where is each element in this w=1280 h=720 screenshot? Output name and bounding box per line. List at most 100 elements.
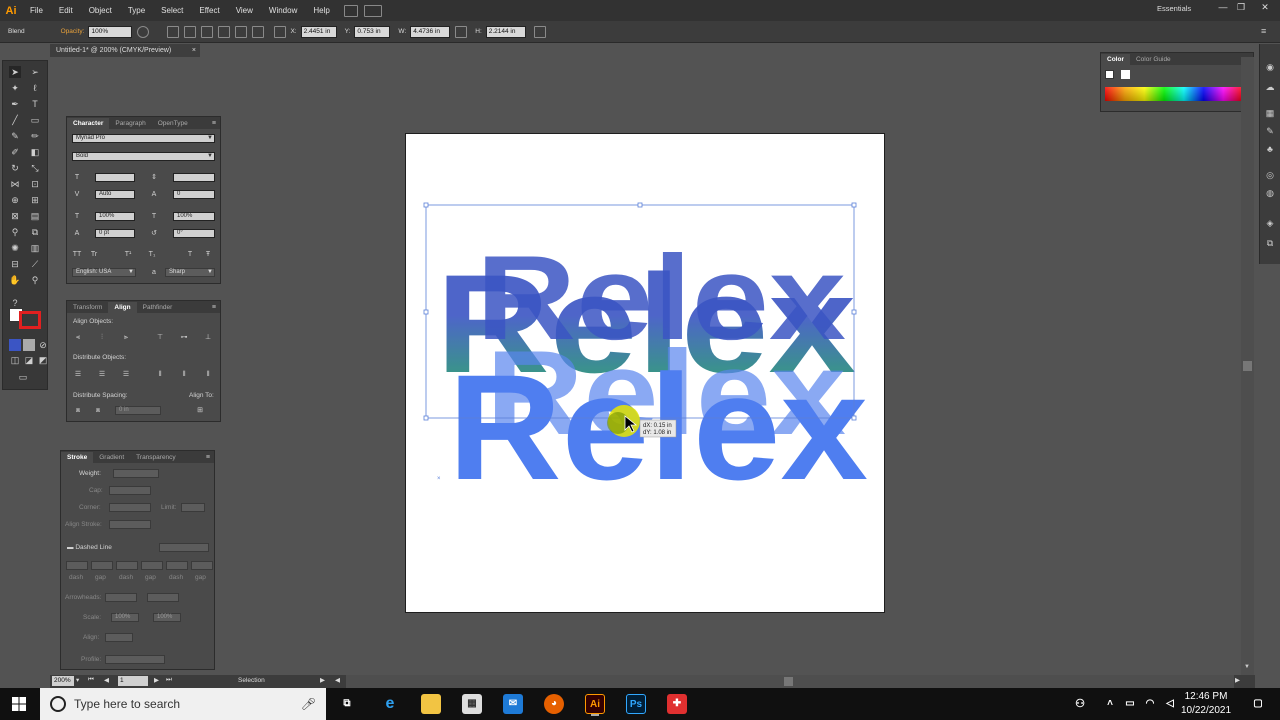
panel-menu-icon[interactable]: ≡ — [202, 452, 214, 463]
distribute-right-icon[interactable]: ⦀ — [203, 370, 213, 379]
vertical-scroll-thumb[interactable] — [1243, 361, 1252, 371]
tab-character[interactable]: Character — [67, 118, 110, 129]
symbols-icon[interactable]: ♣ — [1264, 144, 1276, 154]
menu-select[interactable]: Select — [153, 0, 191, 21]
corner-buttons[interactable] — [109, 503, 151, 512]
distribute-vcenter-icon[interactable]: ☰ — [97, 370, 107, 379]
tab-align[interactable]: Align — [108, 302, 137, 313]
direct-selection-tool-icon[interactable]: ➢ — [29, 66, 41, 78]
align-top-icon[interactable] — [218, 25, 231, 38]
utility-app-icon[interactable]: ✚ — [667, 694, 687, 714]
menu-help[interactable]: Help — [305, 0, 337, 21]
gradient-mode-icon[interactable] — [23, 339, 35, 351]
panel-menu-icon[interactable]: ≡ — [208, 302, 220, 313]
tab-transform[interactable]: Transform — [67, 302, 108, 313]
zoom-dropdown-icon[interactable]: ▾ — [76, 676, 79, 684]
limit-field[interactable] — [181, 503, 205, 512]
small-caps-button[interactable]: Tr — [89, 250, 99, 259]
image-trace-icon[interactable]: ◍ — [1264, 188, 1276, 198]
dashed-line-checkbox[interactable]: ▬ Dashed Line — [67, 544, 112, 551]
w-field[interactable]: 4.4736 in — [410, 25, 451, 38]
scroll-right-icon[interactable]: ▶ — [1235, 676, 1240, 684]
close-document-icon[interactable]: × — [192, 44, 196, 57]
volume-icon[interactable]: ◁ — [1160, 694, 1180, 714]
align-left-icon[interactable] — [167, 25, 180, 38]
x-field[interactable]: 2.4451 in — [300, 25, 337, 38]
distribute-bottom-icon[interactable]: ☰ — [121, 370, 131, 379]
prev-artboard-icon[interactable]: ◀ — [104, 676, 109, 684]
align-center-icon[interactable] — [184, 25, 197, 38]
tab-paragraph[interactable]: Paragraph — [109, 118, 151, 129]
tab-pathfinder[interactable]: Pathfinder — [137, 302, 179, 313]
distribute-top-icon[interactable]: ☰ — [73, 370, 83, 379]
battery-icon[interactable]: ▭ — [1120, 694, 1140, 714]
gap-field-3[interactable] — [191, 561, 213, 570]
menu-view[interactable]: View — [228, 0, 261, 21]
align-stroke-buttons[interactable] — [109, 520, 151, 529]
menu-type[interactable]: Type — [120, 0, 153, 21]
show-hidden-icons-icon[interactable]: ˄ — [1100, 694, 1120, 714]
draw-behind-icon[interactable]: ◪ — [23, 354, 35, 366]
paintbrush-tool-icon[interactable]: ✎ — [9, 130, 21, 142]
draw-inside-icon[interactable]: ◩ — [37, 354, 49, 366]
zoom-tool-icon[interactable]: ⚲ — [29, 274, 41, 286]
font-style-select[interactable]: Bold ▼ — [72, 152, 215, 161]
type-tool-icon[interactable]: T — [29, 98, 41, 110]
windows-start-icon[interactable] — [12, 697, 26, 711]
draw-normal-icon[interactable]: ◫ — [9, 354, 21, 366]
tab-transparency[interactable]: Transparency — [130, 452, 182, 463]
tab-color[interactable]: Color — [1101, 54, 1130, 65]
task-view-icon[interactable]: ⧉ — [337, 694, 357, 714]
horizontal-align-center-icon[interactable]: ⫶ — [97, 333, 107, 342]
eraser-tool-icon[interactable]: ◧ — [29, 146, 41, 158]
color-mode-icon[interactable] — [9, 339, 21, 351]
tab-opentype[interactable]: OpenType — [152, 118, 194, 129]
language-select[interactable]: English: USA ▼ — [72, 268, 136, 277]
layers-icon[interactable]: ◈ — [1264, 218, 1276, 228]
arrange-documents-icon[interactable] — [363, 4, 382, 17]
underline-button[interactable]: T — [185, 250, 195, 259]
firefox-icon[interactable]: ◕ — [544, 694, 564, 714]
free-transform-tool-icon[interactable]: ⊡ — [29, 178, 41, 190]
align-middle-icon[interactable] — [235, 25, 248, 38]
dash-field-2[interactable] — [116, 561, 138, 570]
resize-handle-bl[interactable] — [423, 415, 429, 421]
resize-handle-t[interactable] — [637, 202, 643, 208]
illustrator-taskbar-icon[interactable]: Ai — [585, 694, 605, 714]
shape-builder-tool-icon[interactable]: ⊕ — [9, 194, 21, 206]
leading-field[interactable] — [173, 173, 215, 182]
resize-handle-tr[interactable] — [851, 202, 857, 208]
artboard[interactable]: Relex Relex Relex Relex dX: 0.15 in dY: … — [405, 133, 885, 613]
y-field[interactable]: 0.753 in — [354, 25, 391, 38]
dash-alignment-buttons[interactable] — [159, 543, 209, 552]
artboard-tool-icon[interactable]: ⊟ — [9, 258, 21, 270]
spacing-field[interactable]: 0 in — [115, 406, 161, 415]
color-fill-swatch[interactable] — [1121, 70, 1130, 79]
next-artboard-icon[interactable]: ▶ — [154, 676, 159, 684]
vertical-scrollbar[interactable]: ▼ — [1241, 57, 1254, 675]
constrain-proportions-icon[interactable] — [455, 25, 468, 38]
lasso-tool-icon[interactable]: ℓ — [29, 82, 41, 94]
artboard-number-field[interactable]: 1 — [118, 676, 148, 686]
vertical-scale-field[interactable]: 100% — [95, 212, 135, 221]
horizontal-scale-field[interactable]: 100% — [173, 212, 215, 221]
resize-handle-br[interactable] — [851, 415, 857, 421]
align-to-selection-icon[interactable]: ⊞ — [195, 406, 205, 415]
kerning-field[interactable]: Auto — [95, 190, 135, 199]
eyedropper-tool-icon[interactable]: ⚲ — [9, 226, 21, 238]
scroll-left-icon[interactable]: ◀ — [335, 676, 340, 684]
horizontal-distribute-space-icon[interactable]: ⧈ — [93, 406, 103, 415]
graphic-styles-icon[interactable]: ◎ — [1264, 170, 1276, 180]
align-bottom-icon[interactable] — [252, 25, 265, 38]
rectangle-tool-icon[interactable]: ▭ — [29, 114, 41, 126]
reference-point-icon[interactable] — [274, 25, 287, 38]
resize-handle-l[interactable] — [423, 309, 429, 315]
tracking-field[interactable]: 0 — [173, 190, 215, 199]
dash-field-1[interactable] — [66, 561, 88, 570]
screen-mode-icon[interactable]: ▭ — [17, 371, 29, 383]
hand-tool-icon[interactable]: ✋ — [9, 274, 21, 286]
appearance-icon[interactable]: ◉ — [1264, 62, 1276, 72]
end-arrowhead-select[interactable] — [147, 593, 179, 602]
pen-tool-icon[interactable]: ✒ — [9, 98, 21, 110]
pencil-tool-icon[interactable]: ✏ — [29, 130, 41, 142]
